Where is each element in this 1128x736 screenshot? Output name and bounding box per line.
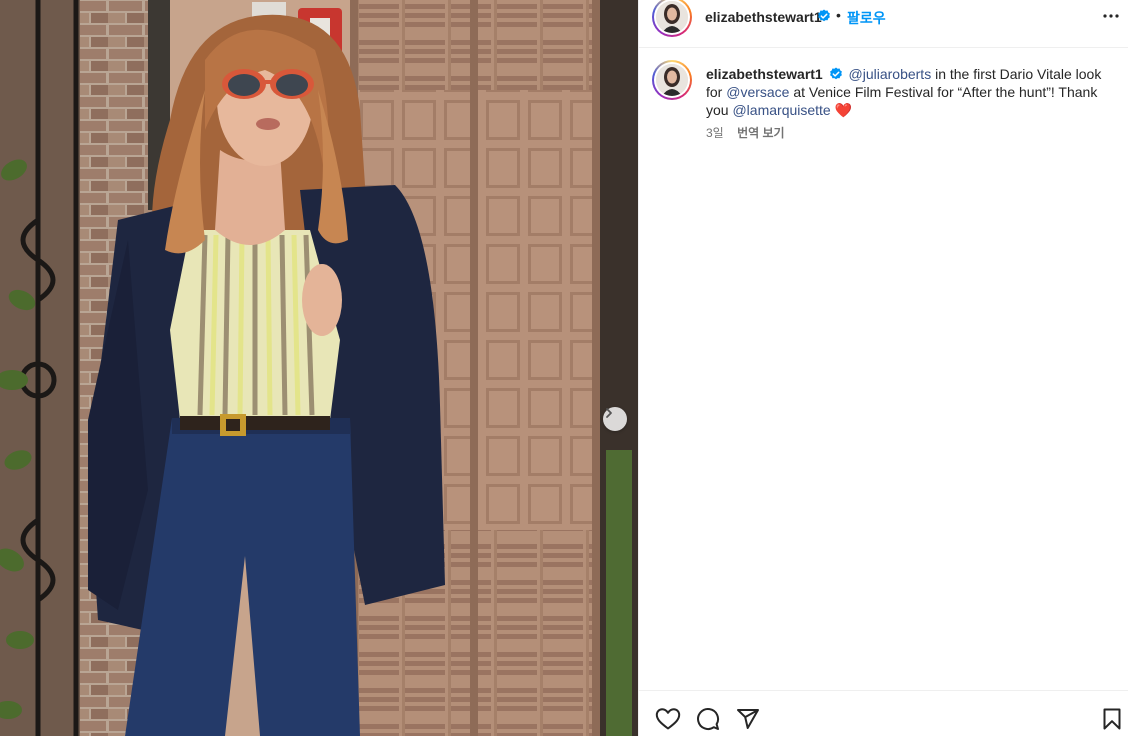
verified-badge-icon bbox=[829, 67, 842, 80]
heart-icon[interactable] bbox=[655, 707, 681, 731]
post-header: elizabethstewart1 • 팔로우 bbox=[639, 0, 1128, 48]
send-icon[interactable] bbox=[736, 707, 760, 731]
heart-emoji: ❤️ bbox=[834, 102, 853, 119]
post-panel: elizabethstewart1 • 팔로우 elizabethstewart… bbox=[638, 0, 1128, 736]
caption-author-avatar[interactable] bbox=[652, 60, 692, 100]
separator-dot: • bbox=[836, 7, 841, 23]
chevron-right-icon bbox=[606, 408, 612, 418]
post-photo bbox=[0, 0, 638, 736]
mention-lamarquisette[interactable]: @lamarquisette bbox=[732, 102, 830, 118]
avatar-photo bbox=[656, 1, 688, 33]
mention-juliaroberts[interactable]: @juliaroberts bbox=[849, 66, 932, 82]
author-avatar[interactable] bbox=[652, 0, 692, 37]
translate-button[interactable]: 번역 보기 bbox=[737, 126, 785, 140]
avatar-photo bbox=[656, 64, 688, 96]
next-slide-button[interactable] bbox=[603, 407, 627, 431]
action-bar bbox=[639, 690, 1128, 736]
caption-text: elizabethstewart1 @juliaroberts in the f… bbox=[706, 65, 1106, 119]
caption-author-username[interactable]: elizabethstewart1 bbox=[706, 66, 823, 82]
caption-meta: 3일 번역 보기 bbox=[706, 124, 785, 141]
post-media[interactable] bbox=[0, 0, 638, 736]
comment-icon[interactable] bbox=[696, 707, 720, 731]
more-options-icon[interactable] bbox=[1101, 6, 1121, 26]
verified-badge-icon bbox=[818, 9, 830, 22]
author-username[interactable]: elizabethstewart1 bbox=[705, 9, 822, 25]
mention-versace[interactable]: @versace bbox=[726, 84, 789, 100]
bookmark-icon[interactable] bbox=[1101, 707, 1123, 731]
follow-button[interactable]: 팔로우 bbox=[847, 8, 886, 28]
post-time[interactable]: 3일 bbox=[706, 126, 724, 140]
